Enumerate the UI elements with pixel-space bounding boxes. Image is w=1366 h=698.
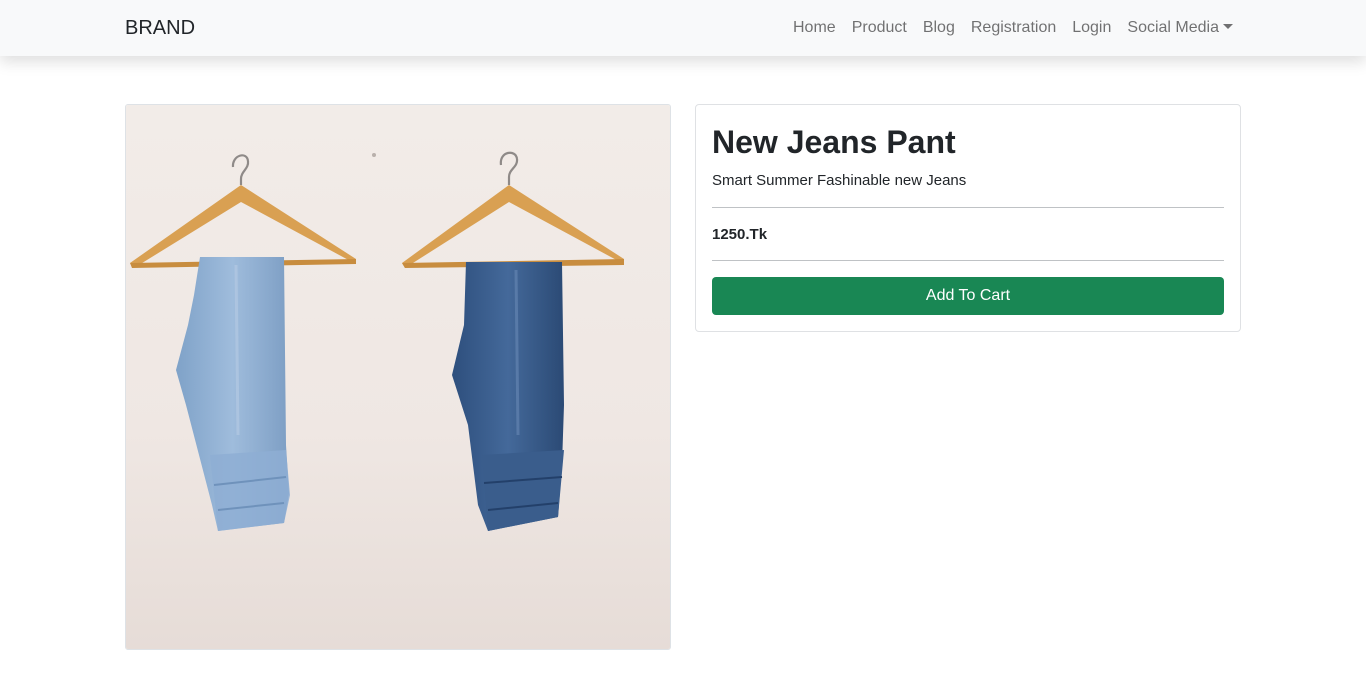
nav-product-link[interactable]: Product <box>844 17 915 39</box>
jeans-on-hangers-photo <box>126 105 670 649</box>
product-title: New Jeans Pant <box>712 124 956 160</box>
caret-down-icon <box>1223 24 1233 29</box>
brand-logo[interactable]: BRAND <box>125 16 195 41</box>
nav-registration-link[interactable]: Registration <box>963 17 1064 39</box>
nav-blog-link[interactable]: Blog <box>915 17 963 39</box>
product-details-card: New Jeans Pant Smart Summer Fashinable n… <box>695 104 1241 332</box>
add-to-cart-button[interactable]: Add To Cart <box>712 277 1224 315</box>
top-navbar: BRAND Home Product Blog Registration Log… <box>0 0 1366 56</box>
nav-login-link[interactable]: Login <box>1064 17 1119 39</box>
nav-social-media-dropdown[interactable]: Social Media <box>1119 17 1233 39</box>
nav-home-link[interactable]: Home <box>785 17 844 39</box>
product-description: Smart Summer Fashinable new Jeans <box>712 172 967 189</box>
product-price: 1250.Tk <box>712 226 768 243</box>
product-image <box>125 104 671 650</box>
divider <box>712 207 1224 208</box>
social-media-label: Social Media <box>1127 19 1219 36</box>
nav-menu: Home Product Blog Registration Login Soc… <box>785 17 1233 39</box>
divider <box>712 260 1224 261</box>
